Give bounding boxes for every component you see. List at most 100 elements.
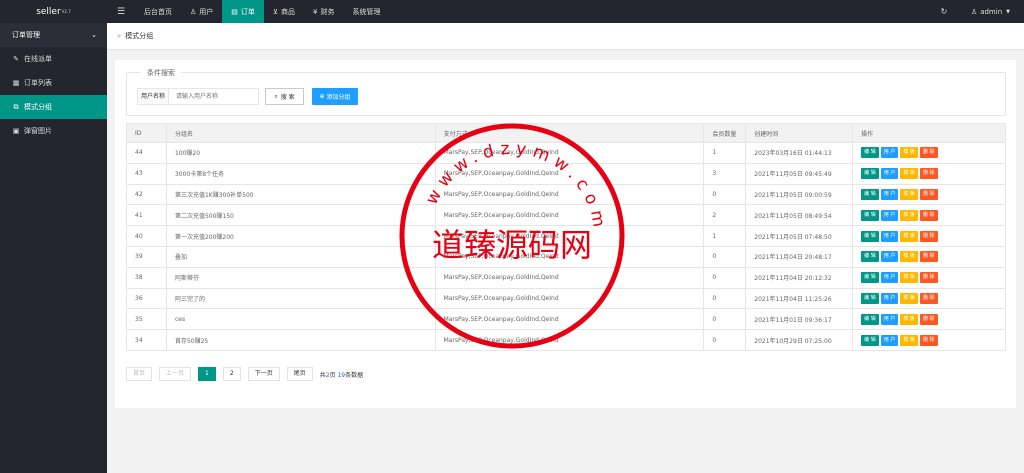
template-button[interactable]: 模 板 xyxy=(900,272,918,284)
template-button[interactable]: 模 板 xyxy=(900,230,918,242)
table-row: 38 阿斯蒂芬 MarsPay,SEP,Oceanpay,GoldInd,QeInd… xyxy=(126,266,1006,289)
cell-name: 3000卡第8个任务 xyxy=(165,162,436,185)
edit-button[interactable]: 编 辑 xyxy=(861,272,879,284)
column-header: 分组名 xyxy=(165,123,436,143)
users-button[interactable]: 用 户 xyxy=(880,188,899,200)
refresh-icon[interactable]: ↻ xyxy=(927,0,961,23)
nav-item-goods[interactable]: ⊻ 商品 xyxy=(264,0,304,23)
nav-item-system[interactable]: 系统管理 xyxy=(344,0,390,23)
edit-button[interactable]: 编 辑 xyxy=(861,251,879,263)
add-group-button-label: 添加分组 xyxy=(326,94,351,101)
users-button[interactable]: 用 户 xyxy=(880,147,899,159)
column-header: ID xyxy=(126,123,167,143)
sidebar-item-dispatch[interactable]: ✎ 在线派单 xyxy=(0,47,107,71)
sidebar-item-order-list[interactable]: ▦ 订单列表 xyxy=(0,71,107,95)
cell-created: 2023年03月16日 01:44:13 xyxy=(745,142,854,164)
cell-name: 第三次充值1K赚300补单500 xyxy=(165,183,436,206)
users-button[interactable]: 用 户 xyxy=(880,251,899,263)
template-button[interactable]: 模 板 xyxy=(900,168,918,180)
users-button[interactable]: 用 户 xyxy=(880,209,899,221)
delete-button[interactable]: 删 除 xyxy=(919,168,938,180)
template-button[interactable]: 模 板 xyxy=(900,313,918,325)
delete-button[interactable]: 删 除 xyxy=(919,313,938,325)
cell-actions: 编 辑用 户模 板删 除 xyxy=(852,225,1006,247)
search-button[interactable]: ⌕ 搜 索 xyxy=(265,88,304,105)
cell-id: 39 xyxy=(126,245,167,268)
delete-button[interactable]: 删 除 xyxy=(919,188,938,200)
nav-item-home[interactable]: 后台首页 xyxy=(135,0,181,23)
edit-button[interactable]: 编 辑 xyxy=(861,188,879,200)
image-icon: ▣ xyxy=(12,127,20,135)
username-input[interactable] xyxy=(169,88,259,105)
template-button[interactable]: 模 板 xyxy=(900,334,918,346)
template-button[interactable]: 模 板 xyxy=(900,209,918,221)
app-logo[interactable]: seller V2.7 xyxy=(0,0,107,23)
edit-button[interactable]: 编 辑 xyxy=(861,168,879,180)
user-menu[interactable]: ♙ admin ▼ xyxy=(961,0,1024,23)
delete-button[interactable]: 删 除 xyxy=(919,334,938,346)
nav-item-users[interactable]: ♙ 用户 xyxy=(181,0,222,23)
template-button[interactable]: 模 板 xyxy=(900,292,918,304)
cell-pay: MarsPay,SEP,Oceanpay,GoldInd,QeInd xyxy=(434,204,705,227)
sidebar-group-orders[interactable]: 订单管理 ⌄ xyxy=(0,23,107,47)
hamburger-icon[interactable]: ☰ xyxy=(107,0,135,23)
delete-button[interactable]: 删 除 xyxy=(919,147,938,159)
cell-created: 2021年11月04日 20:12:32 xyxy=(745,266,854,289)
cell-created: 2021年11月01日 09:36:17 xyxy=(745,308,854,331)
cell-pay: MarsPay,SEP,Oceanpay,GoldInd,QeInd xyxy=(434,266,705,289)
edit-button[interactable]: 编 辑 xyxy=(861,209,879,221)
table-row: 44 100赚20 MarsPay,SEP,Oceanpay,GoldInd,QeI… xyxy=(126,142,1006,164)
delete-button[interactable]: 删 除 xyxy=(919,251,938,263)
template-button[interactable]: 模 板 xyxy=(900,147,918,159)
prev-page-button[interactable]: 上一页 xyxy=(159,367,192,381)
delete-button[interactable]: 删 除 xyxy=(919,230,938,242)
search-row: 用户名称 ⌕ 搜 索 ⊕ 添加分组 xyxy=(137,88,358,105)
pagination-info: 共2页 19条数据 xyxy=(320,370,363,379)
search-icon: ⌕ xyxy=(274,92,278,100)
cell-name: ces xyxy=(165,308,436,331)
users-button[interactable]: 用 户 xyxy=(880,313,899,325)
page-2-button[interactable]: 2 xyxy=(222,367,241,381)
last-page-button[interactable]: 尾页 xyxy=(286,367,313,381)
column-header: 会员数量 xyxy=(703,123,747,143)
sidebar-item-mode-group[interactable]: ⧉ 模式分组 xyxy=(0,95,107,119)
delete-button[interactable]: 删 除 xyxy=(919,292,938,304)
users-button[interactable]: 用 户 xyxy=(880,230,899,242)
sidebar-item-label: 弹窗图片 xyxy=(24,127,52,135)
table-body: 44 100赚20 MarsPay,SEP,Oceanpay,GoldInd,QeI… xyxy=(126,142,1006,351)
breadcrumb-current[interactable]: 模式分组 xyxy=(125,31,153,41)
users-button[interactable]: 用 户 xyxy=(880,168,899,180)
cell-id: 40 xyxy=(126,225,167,247)
add-group-button[interactable]: ⊕ 添加分组 xyxy=(312,88,358,105)
delete-button[interactable]: 删 除 xyxy=(919,272,938,284)
template-button[interactable]: 模 板 xyxy=(900,251,918,263)
cell-created: 2021年11月05日 07:48:50 xyxy=(745,225,854,247)
nav-item-orders[interactable]: ▤ 订单 xyxy=(222,0,264,23)
cell-id: 35 xyxy=(126,308,167,331)
cell-actions: 编 辑用 户模 板删 除 xyxy=(852,329,1006,351)
cell-actions: 编 辑用 户模 板删 除 xyxy=(852,266,1006,289)
template-button[interactable]: 模 板 xyxy=(900,188,918,200)
next-page-button[interactable]: 下一页 xyxy=(247,367,280,381)
edit-button[interactable]: 编 辑 xyxy=(861,147,879,159)
edit-button[interactable]: 编 辑 xyxy=(861,313,879,325)
users-button[interactable]: 用 户 xyxy=(880,292,899,304)
delete-button[interactable]: 删 除 xyxy=(919,209,938,221)
nav-item-finance[interactable]: ¥ 财务 xyxy=(304,0,343,23)
nav-item-label: 系统管理 xyxy=(352,7,381,16)
user-icon: ♙ xyxy=(190,7,197,16)
user-name: admin xyxy=(980,7,1003,16)
cell-created: 2021年10月29日 07:25:00 xyxy=(745,329,854,351)
users-button[interactable]: 用 户 xyxy=(880,334,899,346)
page-1-button[interactable]: 1 xyxy=(198,367,216,381)
edit-button[interactable]: 编 辑 xyxy=(861,292,879,304)
first-page-button[interactable]: 首页 xyxy=(126,367,153,381)
breadcrumb-separator: » xyxy=(117,32,122,40)
sidebar-item-popup-image[interactable]: ▣ 弹窗图片 xyxy=(0,119,107,143)
cell-actions: 编 辑用 户模 板删 除 xyxy=(852,245,1006,268)
table-row: 39 叠加 MarsPay,SEP,Oceanpay,GoldInd,QeInd 0 2… xyxy=(126,245,1006,268)
edit-button[interactable]: 编 辑 xyxy=(861,334,879,346)
edit-button[interactable]: 编 辑 xyxy=(861,230,879,242)
users-button[interactable]: 用 户 xyxy=(880,272,899,284)
cell-name: 阿斯蒂芬 xyxy=(165,266,436,289)
